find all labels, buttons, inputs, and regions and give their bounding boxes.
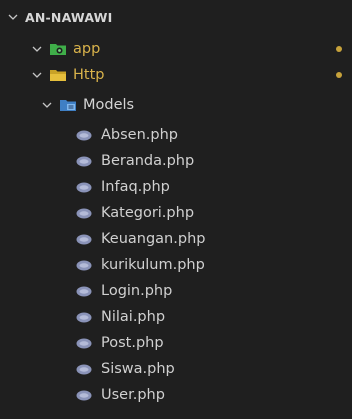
file-item[interactable]: User.php <box>0 382 352 408</box>
file-item[interactable]: Kategori.php <box>0 200 352 226</box>
file-item[interactable]: Keuangan.php <box>0 226 352 252</box>
file-item[interactable]: Login.php <box>0 278 352 304</box>
php-icon <box>76 364 92 375</box>
file-label: Siswa.php <box>101 361 175 377</box>
folder-icon <box>49 68 67 82</box>
file-label: Absen.php <box>101 127 178 143</box>
modified-dot <box>336 46 342 52</box>
folder-app[interactable]: app <box>0 36 352 62</box>
file-label: Kategori.php <box>101 205 195 221</box>
file-item[interactable]: Post.php <box>0 330 352 356</box>
php-icon <box>76 208 92 219</box>
folder-label: Models <box>83 97 135 113</box>
chevron-down-icon <box>40 98 54 112</box>
folder-label: app <box>73 41 101 57</box>
folder-label: Http <box>73 67 105 83</box>
chevron-down-icon <box>30 68 44 82</box>
root-folder-label: AN-NAWAWI <box>25 9 113 25</box>
file-item[interactable]: Infaq.php <box>0 174 352 200</box>
file-label: Login.php <box>101 283 173 299</box>
folder-models[interactable]: Models <box>0 92 352 118</box>
file-label: Infaq.php <box>101 179 170 195</box>
file-item[interactable]: Siswa.php <box>0 356 352 382</box>
file-label: Post.php <box>101 335 164 351</box>
php-icon <box>76 338 92 349</box>
file-explorer: AN-NAWAWI app Http Models Absen.php Bera… <box>0 0 352 419</box>
file-label: kurikulum.php <box>101 257 205 273</box>
modified-dot <box>336 72 342 78</box>
php-icon <box>76 312 92 323</box>
models-folder-icon <box>59 98 77 112</box>
file-label: Keuangan.php <box>101 231 206 247</box>
file-label: Nilai.php <box>101 309 166 325</box>
file-label: Beranda.php <box>101 153 195 169</box>
php-icon <box>76 130 92 141</box>
file-item[interactable]: Nilai.php <box>0 304 352 330</box>
php-icon <box>76 156 92 167</box>
explorer-root[interactable]: AN-NAWAWI <box>0 6 352 28</box>
php-icon <box>76 286 92 297</box>
file-item[interactable]: Absen.php <box>0 122 352 148</box>
file-label: User.php <box>101 387 165 403</box>
chevron-down-icon <box>30 42 44 56</box>
chevron-down-icon <box>6 10 20 24</box>
folder-http[interactable]: Http <box>0 62 352 88</box>
php-icon <box>76 260 92 271</box>
file-item[interactable]: kurikulum.php <box>0 252 352 278</box>
php-icon <box>76 182 92 193</box>
php-icon <box>76 390 92 401</box>
php-icon <box>76 234 92 245</box>
file-item[interactable]: Beranda.php <box>0 148 352 174</box>
app-folder-icon <box>49 42 67 56</box>
